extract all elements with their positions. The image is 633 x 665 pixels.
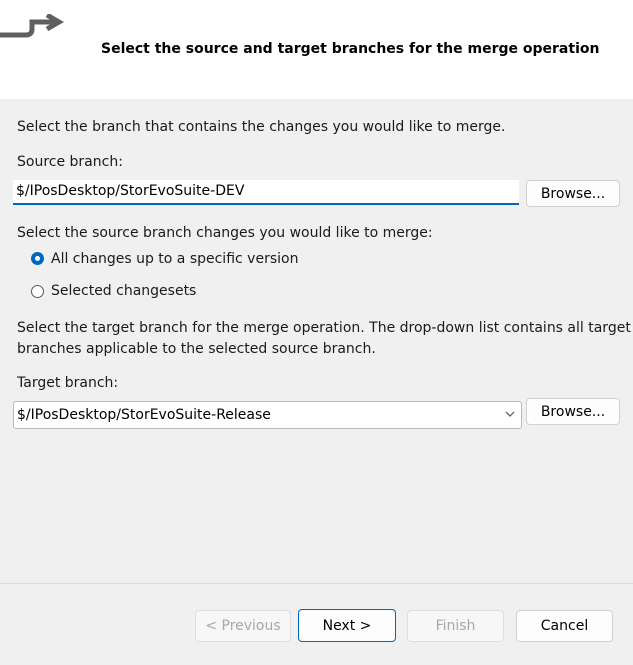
- merge-arrow-icon: [0, 14, 64, 38]
- wizard-header: Select the source and target branches fo…: [0, 0, 633, 99]
- chevron-down-icon: [505, 411, 515, 417]
- target-browse-button[interactable]: Browse...: [526, 398, 620, 425]
- radio-selected-changesets[interactable]: [31, 285, 44, 298]
- footer-divider: [0, 583, 633, 584]
- radio-all-changes-label[interactable]: All changes up to a specific version: [51, 251, 298, 267]
- page-title: Select the source and target branches fo…: [101, 41, 600, 57]
- changes-instruction: Select the source branch changes you wou…: [17, 225, 433, 241]
- target-branch-select[interactable]: $/IPosDesktop/StorEvoSuite-Release: [13, 401, 522, 429]
- target-instruction-line1: Select the target branch for the merge o…: [17, 320, 631, 336]
- target-branch-label: Target branch:: [17, 375, 119, 391]
- target-instruction-line2: branches applicable to the selected sour…: [17, 341, 376, 357]
- radio-selected-changesets-label[interactable]: Selected changesets: [51, 283, 196, 299]
- source-branch-input[interactable]: $/IPosDesktop/StorEvoSuite-DEV: [13, 180, 519, 205]
- next-button[interactable]: Next >: [298, 609, 396, 642]
- source-browse-button[interactable]: Browse...: [526, 180, 620, 207]
- radio-all-changes[interactable]: [31, 252, 44, 265]
- cancel-button[interactable]: Cancel: [516, 610, 613, 642]
- source-branch-value: $/IPosDesktop/StorEvoSuite-DEV: [16, 183, 245, 199]
- target-branch-value: $/IPosDesktop/StorEvoSuite-Release: [17, 407, 271, 423]
- finish-button[interactable]: Finish: [407, 610, 504, 642]
- source-branch-label: Source branch:: [17, 154, 123, 170]
- previous-button[interactable]: < Previous: [195, 610, 291, 642]
- source-instruction: Select the branch that contains the chan…: [17, 119, 506, 135]
